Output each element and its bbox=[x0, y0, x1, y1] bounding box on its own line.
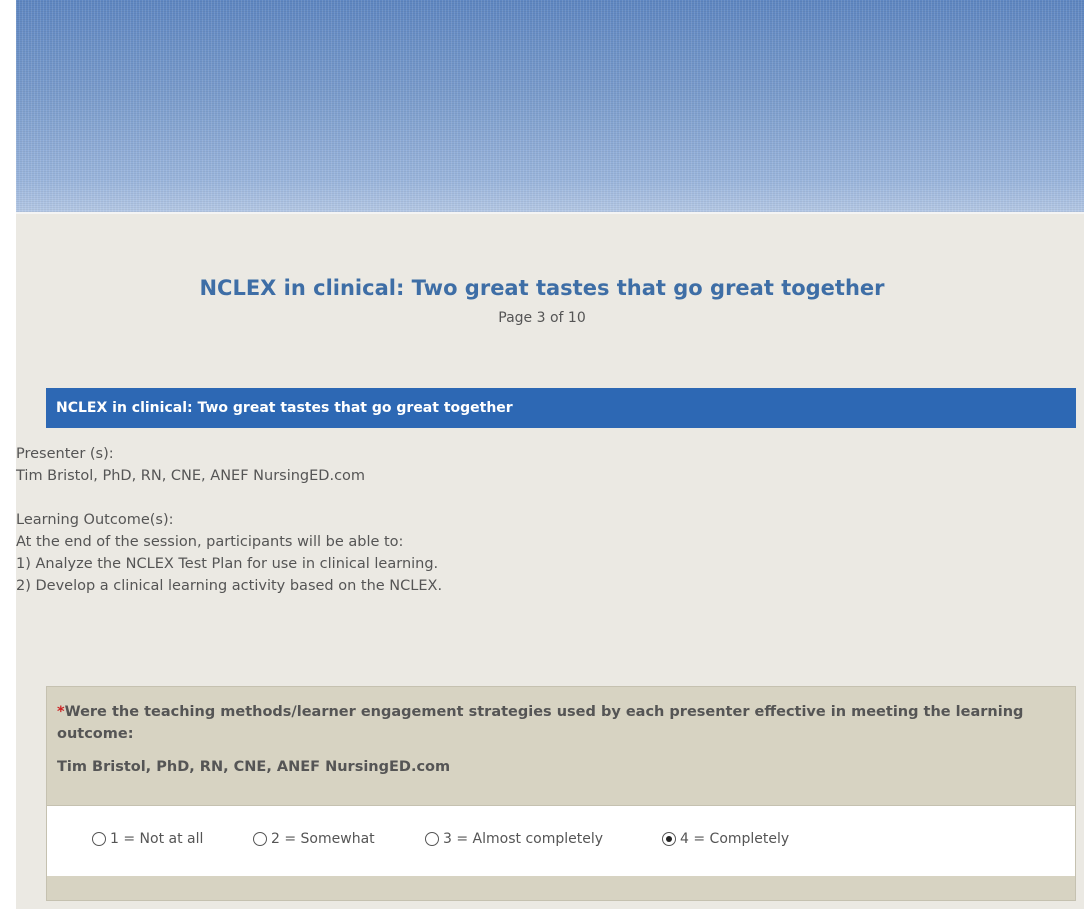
option-completely[interactable]: 4 = Completely bbox=[662, 831, 789, 847]
question-box: *Were the teaching methods/learner engag… bbox=[46, 686, 1076, 901]
outcomes-label: Learning Outcome(s): bbox=[16, 512, 174, 528]
question-presenter: Tim Bristol, PhD, RN, CNE, ANEF NursingE… bbox=[57, 759, 451, 775]
radio-somewhat[interactable] bbox=[253, 832, 267, 846]
radio-not-at-all[interactable] bbox=[92, 832, 106, 846]
option-not-at-all[interactable]: 1 = Not at all bbox=[92, 831, 203, 847]
radio-completely[interactable] bbox=[662, 832, 676, 846]
page-indicator: Page 3 of 10 bbox=[498, 310, 586, 326]
section-header: NCLEX in clinical: Two great tastes that… bbox=[46, 388, 1076, 428]
outcome-item: 2) Develop a clinical learning activity … bbox=[16, 578, 443, 594]
survey-title: NCLEX in clinical: Two great tastes that… bbox=[199, 276, 885, 300]
option-label: 1 = Not at all bbox=[110, 831, 204, 847]
presenter-label: Presenter (s): bbox=[16, 446, 114, 462]
option-label: 4 = Completely bbox=[680, 831, 790, 847]
session-info: Presenter (s): Tim Bristol, PhD, RN, CNE… bbox=[16, 443, 1076, 597]
required-marker: * bbox=[57, 704, 65, 720]
question-label: Were the teaching methods/learner engage… bbox=[57, 704, 1024, 742]
header-banner bbox=[16, 0, 1084, 214]
option-label: 2 = Somewhat bbox=[271, 831, 375, 847]
outcomes-intro: At the end of the session, participants … bbox=[16, 534, 404, 550]
outcome-item: 1) Analyze the NCLEX Test Plan for use i… bbox=[16, 556, 439, 572]
option-label: 3 = Almost completely bbox=[443, 831, 604, 847]
presenter-value: Tim Bristol, PhD, RN, CNE, ANEF NursingE… bbox=[16, 468, 366, 484]
survey-page: NCLEX in clinical: Two great tastes that… bbox=[16, 0, 1084, 909]
radio-almost-completely[interactable] bbox=[425, 832, 439, 846]
option-almost-completely[interactable]: 3 = Almost completely bbox=[425, 831, 603, 847]
rating-options: 1 = Not at all 2 = Somewhat 3 = Almost c… bbox=[47, 805, 1075, 876]
option-somewhat[interactable]: 2 = Somewhat bbox=[253, 831, 375, 847]
question-text: *Were the teaching methods/learner engag… bbox=[47, 687, 1075, 745]
